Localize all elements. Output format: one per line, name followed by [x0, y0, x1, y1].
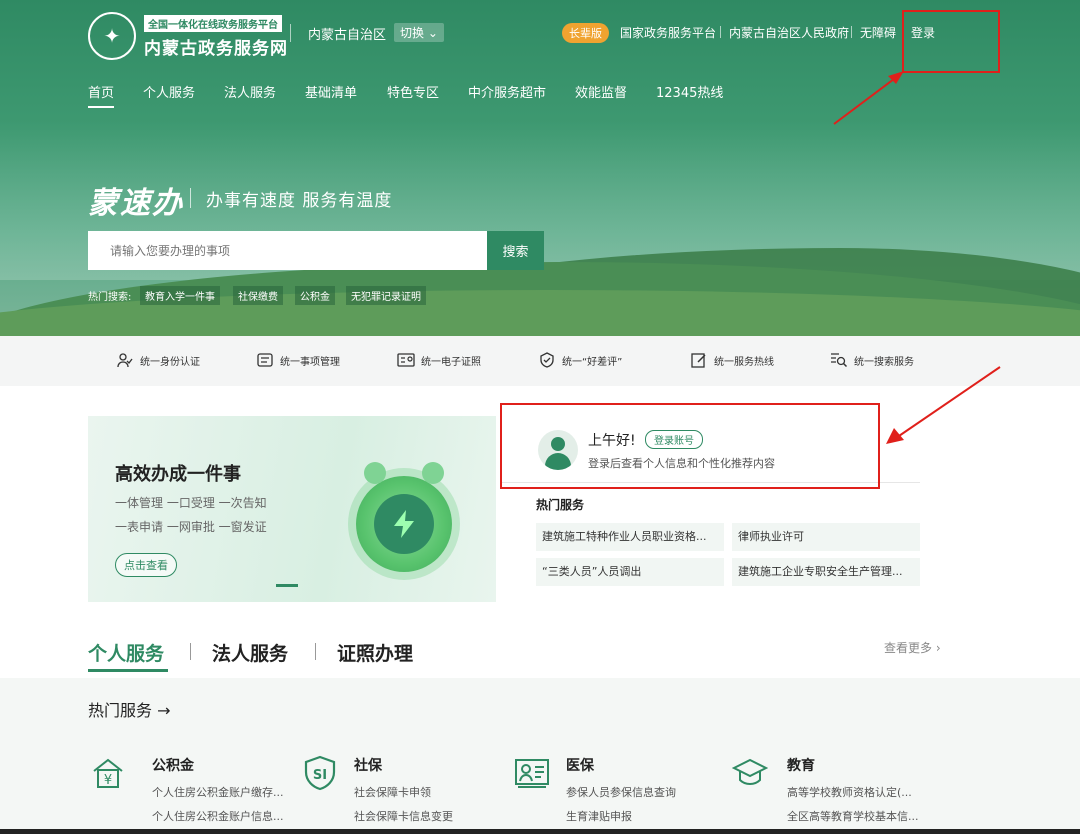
region-switch-button[interactable]: 切换 ⌄ — [394, 23, 444, 42]
social-security-icon: SI — [302, 755, 338, 791]
feature-label: 统一电子证照 — [421, 356, 481, 368]
region-name: 内蒙古自治区 — [308, 28, 387, 43]
service-link[interactable]: 社会保障卡信息变更 — [354, 808, 453, 824]
feature-license[interactable]: 统一电子证照 — [397, 352, 481, 368]
hot-service-item[interactable]: 建筑施工特种作业人员职业资格... — [536, 523, 724, 551]
service-link[interactable]: 高等学校教师资格认定(... — [787, 784, 912, 800]
service-title[interactable]: 公积金 — [152, 755, 194, 775]
feature-identity[interactable]: 统一身份认证 — [116, 352, 200, 368]
hot-service-item[interactable]: 建筑施工企业专职安全生产管理... — [732, 558, 920, 586]
divider — [720, 26, 721, 38]
nav-item-legal[interactable]: 法人服务 — [224, 82, 276, 101]
nav-item-personal[interactable]: 个人服务 — [143, 82, 195, 101]
search-list-icon — [830, 352, 848, 368]
nav-item-basic-list[interactable]: 基础清单 — [305, 82, 357, 101]
service-link[interactable]: 个人住房公积金账户缴存... — [152, 784, 284, 800]
promo-title: 高效办成一件事 — [115, 464, 241, 485]
feature-label: 统一事项管理 — [280, 356, 340, 368]
greeting-highlight-box — [500, 403, 880, 489]
annotation-arrow-icon — [833, 71, 904, 125]
promo-line: 一体管理 一口受理 一次告知 — [115, 496, 267, 510]
feature-hotline[interactable]: 统一服务热线 — [690, 352, 774, 368]
promo-view-button[interactable]: 点击查看 — [115, 553, 177, 577]
service-link[interactable]: 个人住房公积金账户信息... — [152, 808, 284, 824]
list-manage-icon — [256, 352, 274, 368]
feature-label: 统一身份认证 — [140, 356, 200, 368]
svg-text:¥: ¥ — [104, 773, 112, 788]
site-logo[interactable]: ✦ 全国一体化在线政务服务平台 内蒙古政务服务网 — [88, 12, 288, 60]
search-input[interactable] — [88, 231, 487, 270]
divider — [851, 26, 852, 38]
nav-item-home[interactable]: 首页 — [88, 82, 114, 101]
nav-item-special[interactable]: 特色专区 — [387, 82, 439, 101]
service-title[interactable]: 社保 — [354, 755, 382, 775]
person-verify-icon — [116, 352, 134, 368]
hot-search-tag[interactable]: 公积金 — [295, 286, 335, 305]
lightning-clock-icon — [356, 462, 452, 572]
hot-services-title: 热门服务 — [536, 498, 585, 512]
housing-fund-icon: ¥ — [90, 755, 126, 791]
service-link[interactable]: 全区高等教育学校基本信... — [787, 808, 919, 824]
logo-tagline: 全国一体化在线政务服务平台 — [144, 15, 282, 32]
divider — [190, 643, 191, 660]
nav-item-hotline[interactable]: 12345热线 — [656, 82, 723, 101]
nav-item-intermediary[interactable]: 中介服务超市 — [468, 82, 546, 101]
education-icon — [732, 755, 768, 791]
government-link[interactable]: 内蒙古自治区人民政府 — [729, 24, 849, 41]
tab-active-indicator — [88, 669, 168, 672]
promo-line: 一表申请 一网审批 一窗发证 — [115, 520, 267, 534]
logo-title: 内蒙古政务服务网 — [144, 39, 288, 59]
hot-service-item[interactable]: 律师执业许可 — [732, 523, 920, 551]
hot-services-heading[interactable]: 热门服务 → — [88, 697, 171, 721]
carousel-indicator[interactable] — [276, 584, 298, 587]
search-button[interactable]: 搜索 — [487, 231, 544, 270]
promo-banner[interactable]: 高效办成一件事 一体管理 一口受理 一次告知 一表申请 一网审批 一窗发证 点击… — [88, 416, 496, 602]
hot-search-tag[interactable]: 教育入学一件事 — [140, 286, 220, 305]
divider — [190, 188, 191, 208]
hero-slogan: 办事有速度 服务有温度 — [206, 191, 393, 211]
medical-insurance-icon — [514, 755, 550, 791]
feature-label: 统一“好差评” — [562, 356, 623, 368]
hot-search-tag[interactable]: 社保缴费 — [233, 286, 283, 305]
tab-legal-services[interactable]: 法人服务 — [212, 639, 288, 666]
nav-active-indicator — [88, 106, 114, 108]
service-title[interactable]: 医保 — [566, 755, 594, 775]
login-highlight-box — [902, 10, 1000, 73]
elder-version-button[interactable]: 长辈版 — [562, 23, 609, 43]
nav-item-supervision[interactable]: 效能监督 — [575, 82, 627, 101]
view-more-link[interactable]: 查看更多 › — [884, 639, 941, 656]
national-platform-link[interactable]: 国家政务服务平台 — [620, 24, 716, 41]
feature-label: 统一服务热线 — [714, 356, 774, 368]
divider — [290, 24, 291, 42]
service-title[interactable]: 教育 — [787, 755, 815, 775]
rating-shield-icon — [538, 352, 556, 368]
emblem-icon: ✦ — [88, 12, 136, 60]
tab-personal-services[interactable]: 个人服务 — [88, 639, 164, 666]
license-card-icon — [397, 352, 415, 368]
accessibility-link[interactable]: 无障碍 — [860, 24, 896, 41]
hot-search-label: 热门搜索: — [88, 292, 132, 303]
feature-rating[interactable]: 统一“好差评” — [538, 352, 622, 368]
svg-text:SI: SI — [313, 768, 327, 783]
hot-search-tag[interactable]: 无犯罪记录证明 — [346, 286, 426, 305]
edit-icon — [690, 352, 708, 368]
service-link[interactable]: 社会保障卡申领 — [354, 784, 431, 800]
service-link[interactable]: 参保人员参保信息查询 — [566, 784, 676, 800]
hot-service-item[interactable]: “三类人员”人员调出 — [536, 558, 724, 586]
feature-items[interactable]: 统一事项管理 — [256, 352, 340, 368]
annotation-arrow-icon — [886, 366, 1001, 444]
service-link[interactable]: 生育津贴申报 — [566, 808, 632, 824]
divider — [315, 643, 316, 660]
window-bottom-edge — [0, 829, 1080, 834]
tab-license[interactable]: 证照办理 — [337, 639, 413, 666]
hero-slogan-logo: 蒙速办 — [88, 186, 184, 221]
